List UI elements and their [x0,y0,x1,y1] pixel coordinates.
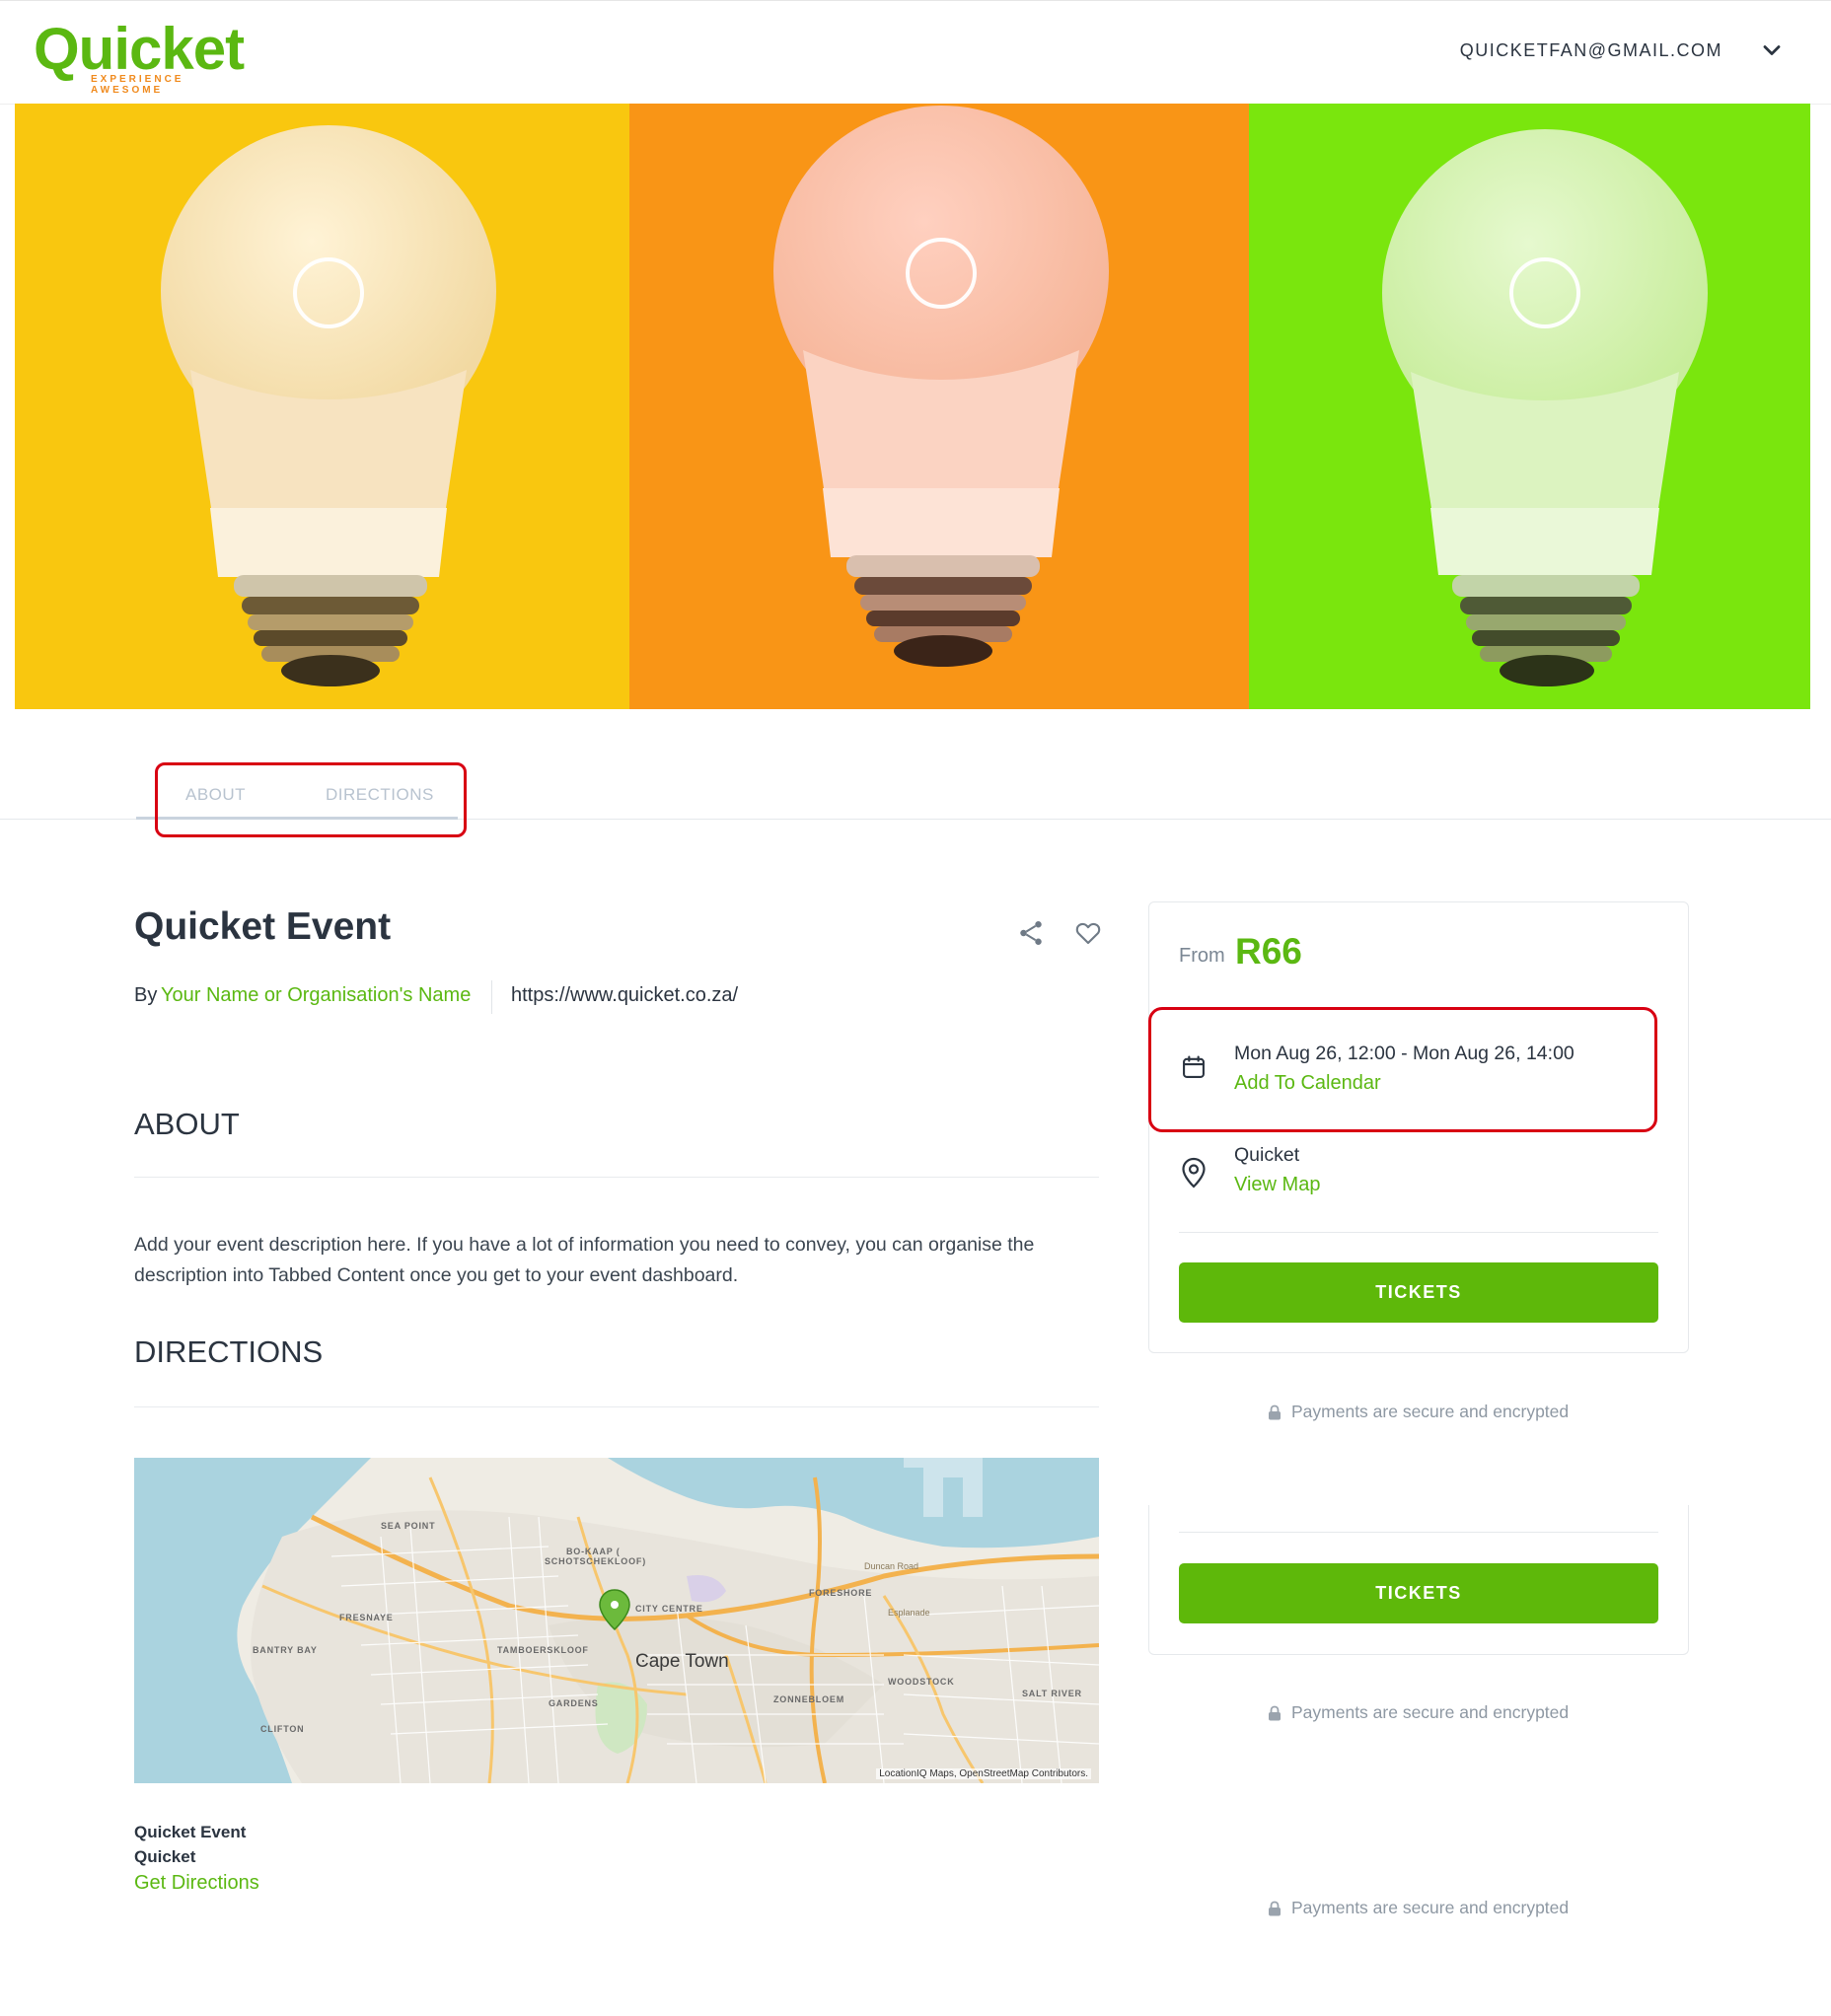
map-label-fresnaye: FRESNAYE [339,1613,394,1622]
hero-banner [15,104,1810,709]
map-label-bokaap: BO-KAAP ( [566,1547,621,1556]
card-divider [1179,1232,1658,1233]
top-header: Quicket EXPERIENCE AWESOME QUICKETFAN@GM… [0,0,1831,105]
date-highlight-box [1148,1007,1657,1132]
map-attribution: LocationIQ Maps, OpenStreetMap Contribut… [876,1768,1091,1779]
secure-payments-note-2: Payments are secure and encrypted [1268,1702,1569,1723]
directions-divider [134,1406,1099,1407]
event-website-link[interactable]: https://www.quicket.co.za/ [511,984,738,1007]
secure-payments-text: Payments are secure and encrypted [1291,1898,1570,1917]
about-heading: ABOUT [134,1107,240,1141]
map-label-salt-river: SALT RIVER [1022,1689,1082,1698]
about-description: Add your event description here. If you … [134,1234,1035,1286]
map-label-clifton: CLIFTON [260,1724,304,1734]
map-label-sea-point: SEA POINT [381,1521,435,1531]
map-label-woodstock: WOODSTOCK [888,1677,955,1687]
view-map-link[interactable]: View Map [1234,1174,1320,1196]
map-label-esplanade: Esplanade [888,1608,930,1618]
event-title: Quicket Event [134,905,392,948]
lightbulb-icon [773,106,1109,667]
map-label-gardens: GARDENS [549,1698,599,1708]
about-divider [134,1177,1099,1178]
tabs-highlight-box [155,762,467,837]
map-label-foreshore: FORESHORE [809,1588,872,1598]
organiser-by-label: By [134,984,158,1006]
quicket-logo[interactable]: Quicket EXPERIENCE AWESOME [34,16,251,96]
price-from-label: From [1179,945,1225,967]
tickets-button[interactable]: TICKETS [1179,1262,1658,1323]
lock-icon [1269,1404,1281,1419]
map-label-zonnebloem: ZONNEBLOEM [773,1694,844,1704]
hero-panel-orange [629,104,1249,709]
logo-text: Quicket [34,16,245,82]
lightbulb-icon [161,125,496,686]
venue-event-name: Quicket Event [134,1823,247,1841]
secure-payments-note: Payments are secure and encrypted [1268,1402,1569,1422]
organiser-divider [491,980,492,1014]
organiser-link[interactable]: Your Name or Organisation's Name [161,984,471,1007]
directions-heading: DIRECTIONS [134,1334,324,1369]
location-map[interactable]: SEA POINT FRESNAYE BANTRY BAY CLIFTON BO… [134,1458,1099,1783]
map-label-bantry-bay: BANTRY BAY [253,1645,318,1655]
sticky-card-divider [1179,1532,1658,1533]
logo-tagline: EXPERIENCE AWESOME [91,74,184,96]
user-email[interactable]: QUICKETFAN@GMAIL.COM [1460,40,1722,61]
sticky-tickets-button[interactable]: TICKETS [1179,1563,1658,1623]
hero-panel-green [1249,104,1810,709]
secure-payments-text: Payments are secure and encrypted [1291,1702,1570,1722]
map-label-tamboerskloof: TAMBOERSKLOOF [497,1645,589,1655]
map-label-city-centre: CITY CENTRE [635,1604,703,1614]
map-graphic: SEA POINT FRESNAYE BANTRY BAY CLIFTON BO… [134,1458,1099,1783]
secure-payments-text: Payments are secure and encrypted [1291,1402,1570,1421]
lightbulb-icon [1382,129,1708,686]
price-value: R66 [1235,931,1302,972]
location-pin-icon [1182,1157,1206,1188]
chevron-down-icon[interactable] [1758,36,1786,64]
get-directions-link[interactable]: Get Directions [134,1872,259,1895]
sidebar-venue: Quicket [1234,1144,1300,1166]
map-label-schotsche: SCHOTSCHEKLOOF) [545,1556,646,1566]
lock-icon [1269,1705,1281,1720]
map-label-duncan-road: Duncan Road [864,1561,918,1571]
share-icon[interactable] [1016,918,1046,948]
lock-icon [1269,1901,1281,1915]
secure-payments-note-3: Payments are secure and encrypted [1268,1898,1569,1918]
hero-panel-yellow [15,104,629,709]
venue-name: Quicket [134,1847,196,1866]
heart-icon[interactable] [1073,918,1103,948]
map-label-city: Cape Town [635,1651,729,1672]
